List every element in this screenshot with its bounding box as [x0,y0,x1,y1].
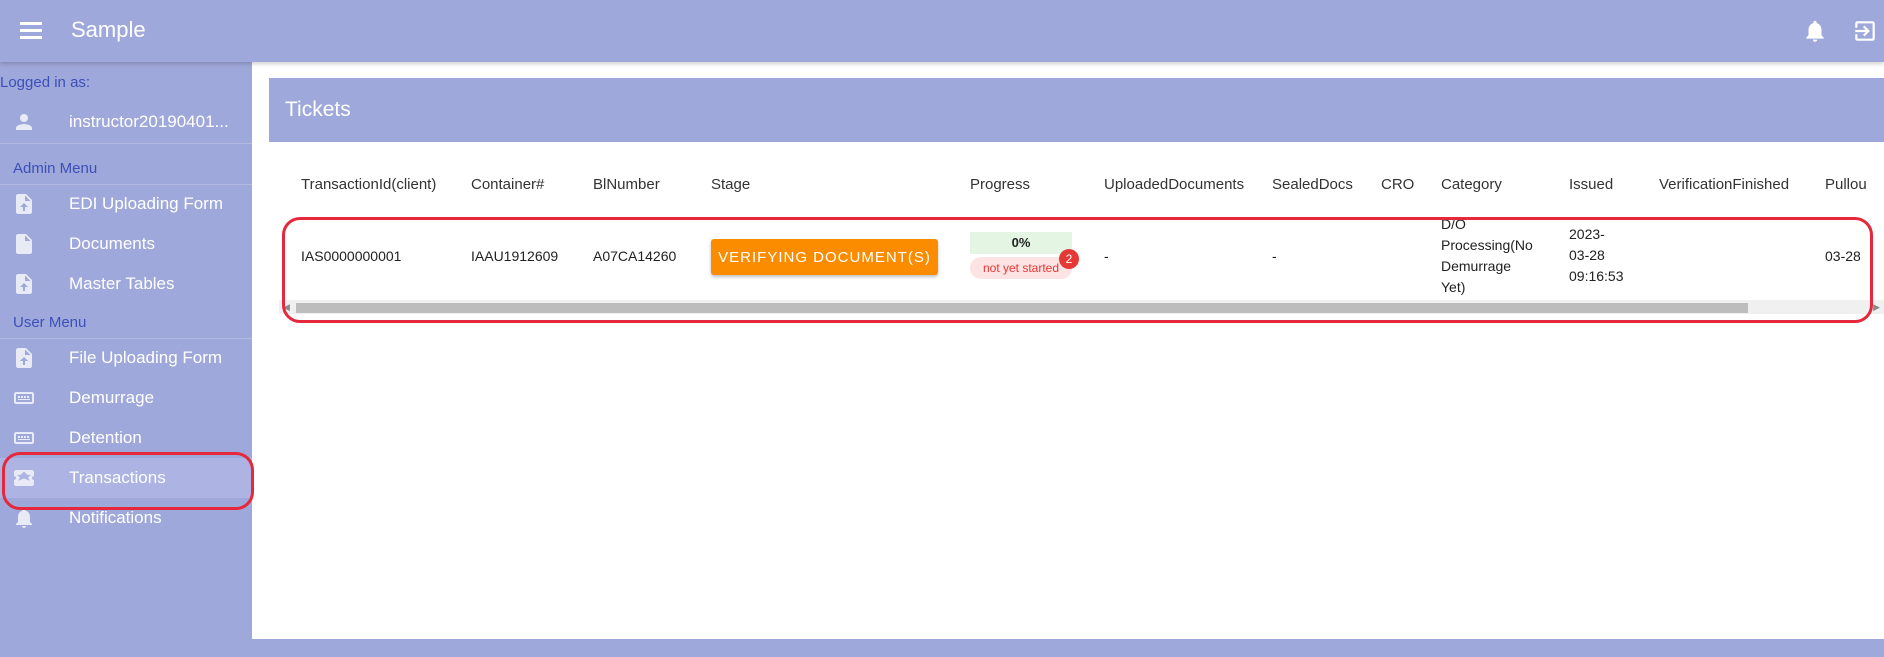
sidebar-item-documents[interactable]: Documents [0,224,252,264]
sidebar-item-label: Master Tables [69,274,175,293]
cell-issued: 2023- 03-28 09:16:53 [1569,224,1624,287]
category-line: D/O [1441,216,1466,232]
sidebar-item-master-tables[interactable]: Master Tables [0,264,252,304]
user-name: instructor20190401... [69,112,229,131]
keyboard-icon [12,426,36,450]
scroll-left-icon[interactable]: ◀ [283,302,290,313]
main-content: Tickets TransactionId(client) Container#… [252,62,1884,639]
sidebar-item-edi-uploading-form[interactable]: EDI Uploading Form [0,184,252,224]
keyboard-icon [12,386,36,410]
menu-icon[interactable] [18,19,44,43]
cell-uploaded-documents: - [1104,248,1109,264]
progress-badge: 2 [1059,249,1079,269]
sidebar-item-label: Demurrage [69,388,155,407]
column-header[interactable]: Issued [1569,176,1613,193]
ticket-icon [12,466,36,490]
file-upload-icon [12,192,36,216]
admin-menu-label: Admin Menu [13,160,98,177]
column-header[interactable]: SealedDocs [1272,176,1353,193]
app-title: Sample [71,17,146,42]
top-app-bar: Sample [0,0,1884,62]
sidebar-item-file-uploading-form[interactable]: File Uploading Form [0,338,252,378]
page-title: Tickets [285,98,351,121]
sidebar-item-notifications[interactable]: Notifications [0,498,252,538]
category-line: Processing(No [1441,237,1533,253]
column-header[interactable]: Progress [970,176,1030,193]
cell-transaction-id: IAS0000000001 [301,248,402,264]
person-icon [12,110,36,134]
cell-container: IAAU1912609 [471,248,559,264]
bell-icon [12,506,36,530]
file-upload-icon [12,346,36,370]
sidebar-item-label: EDI Uploading Form [69,194,224,213]
category-line: Yet) [1441,279,1466,295]
logout-icon[interactable] [1852,18,1878,44]
column-header[interactable]: Pullou [1825,176,1867,193]
sidebar-item-label: Transactions [69,468,166,487]
sidebar-item-label: Notifications [69,508,162,527]
issued-line: 03-28 [1569,247,1605,263]
scroll-right-icon[interactable]: ▶ [1873,302,1880,313]
bottom-strip [252,639,1884,657]
sidebar: Logged in as: instructor20190401... Admi… [0,62,252,657]
cell-bl-number: A07CA14260 [593,248,677,264]
scroll-thumb[interactable] [296,303,1748,313]
category-line: Demurrage [1441,258,1512,274]
cell-sealed-docs: - [1272,248,1277,264]
column-header[interactable]: BlNumber [593,176,660,193]
sidebar-item-label: Documents [69,234,155,253]
column-header[interactable]: UploadedDocuments [1104,176,1244,193]
progress-status: not yet started [970,257,1072,279]
column-header[interactable]: VerificationFinished [1659,176,1789,193]
sidebar-user: instructor20190401... [0,102,252,142]
logged-in-label: Logged in as: [0,74,91,91]
tickets-card-header: Tickets [269,78,1884,142]
column-header[interactable]: CRO [1381,176,1414,193]
progress-bar: 0% [970,232,1072,254]
cell-category: D/O Processing(No Demurrage Yet) [1441,214,1533,298]
user-menu-label: User Menu [13,314,87,331]
sidebar-item-demurrage[interactable]: Demurrage [0,378,252,418]
cell-pullout: 03-28 [1825,248,1861,264]
column-header[interactable]: Stage [711,176,750,193]
column-header[interactable]: TransactionId(client) [301,176,436,193]
document-icon [12,232,36,256]
column-header[interactable]: Category [1441,176,1502,193]
issued-line: 09:16:53 [1569,268,1624,284]
stage-button[interactable]: VERIFYING DOCUMENT(S) [711,239,938,275]
column-header[interactable]: Container# [471,176,544,193]
sidebar-item-label: File Uploading Form [69,348,223,367]
bell-icon[interactable] [1802,18,1828,44]
sidebar-item-detention[interactable]: Detention [0,418,252,458]
sidebar-item-label: Detention [69,428,142,447]
horizontal-scrollbar[interactable]: ◀ ▶ [279,300,1884,314]
divider [0,143,252,144]
issued-line: 2023- [1569,226,1605,242]
file-upload-icon [12,272,36,296]
sidebar-item-transactions[interactable]: Transactions [0,458,252,498]
